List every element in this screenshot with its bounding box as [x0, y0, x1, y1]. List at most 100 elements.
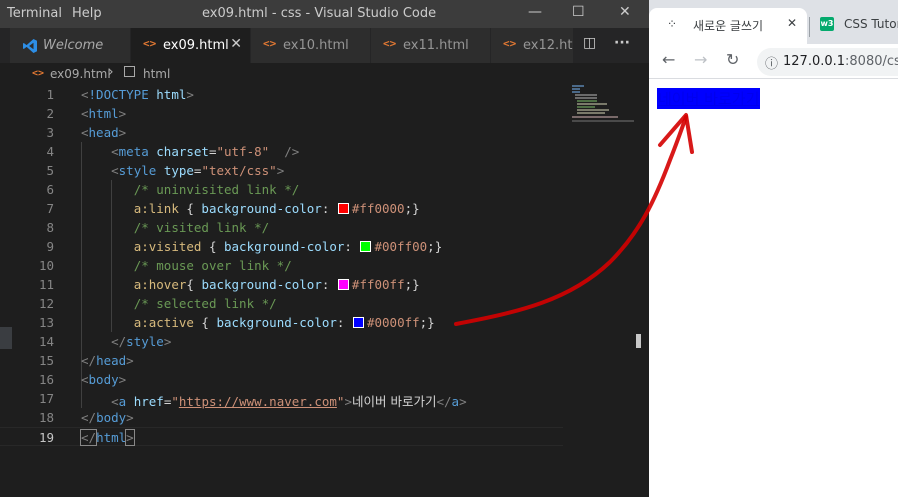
css-property: background-color	[201, 201, 322, 216]
minimize-icon[interactable]: —	[528, 4, 542, 20]
html-file-icon: <>	[503, 37, 517, 50]
tab-label: ex09.html	[163, 38, 229, 53]
line-number: 15	[38, 353, 54, 368]
color-swatch-red[interactable]	[337, 203, 349, 214]
css-value: #0000ff	[366, 315, 420, 330]
code-line: 18 </body>	[0, 408, 563, 427]
tab-ex11[interactable]: <> ex11.html	[371, 28, 491, 63]
css-selector: a:link	[133, 201, 179, 216]
minimap[interactable]	[572, 85, 634, 123]
browser-tab-active[interactable]: ⁘ 새로운 글쓰기 ✕	[649, 8, 807, 44]
code-token: html	[96, 430, 127, 445]
code-comment: /* selected link */	[133, 296, 277, 311]
code-token: :	[321, 277, 337, 292]
maximize-icon[interactable]: ☐	[572, 4, 585, 20]
close-tab-icon[interactable]: ✕	[230, 36, 242, 52]
code-text: 네이버 바로가기	[351, 394, 437, 409]
code-line: 1 <!DOCTYPE html>	[0, 85, 563, 104]
code-token: ;}	[404, 201, 420, 216]
code-line: 8 /* visited link */	[0, 218, 563, 237]
code-line: 14 </style>	[0, 332, 563, 351]
code-line-current: 19 </html>	[0, 427, 563, 446]
code-token: body	[96, 410, 127, 425]
line-number: 4	[46, 144, 54, 159]
code-token: </	[111, 334, 127, 349]
menu-help[interactable]: Help	[72, 6, 102, 21]
code-line: 15 </head>	[0, 351, 563, 370]
back-button[interactable]: ←	[662, 50, 675, 69]
title-bar: Terminal Help ex09.html - css - Visual S…	[0, 0, 649, 28]
tab-welcome[interactable]: Welcome	[10, 28, 131, 63]
code-line: 12 /* selected link */	[0, 294, 563, 313]
code-token: :	[336, 315, 352, 330]
breadcrumb-element[interactable]: html	[143, 67, 170, 81]
color-swatch-green[interactable]	[360, 241, 372, 252]
code-token: {	[178, 201, 202, 216]
code-token: href	[133, 394, 164, 409]
browser-toolbar: ← → ↻ ⓘ 127.0.0.1:8080/cs	[649, 44, 898, 79]
code-token: head	[96, 353, 127, 368]
line-number: 16	[38, 372, 54, 387]
url-rest: :8080/cs	[845, 54, 898, 69]
color-swatch-magenta[interactable]	[337, 279, 349, 290]
tab-label: ex12.htm	[523, 38, 573, 53]
code-token: type	[163, 163, 194, 178]
code-token: head	[88, 125, 119, 140]
line-number: 9	[46, 239, 54, 254]
code-line: 10 /* mouse over link */	[0, 256, 563, 275]
code-line: 7 a:link { background-color: #ff0000;}	[0, 199, 563, 218]
more-actions-icon[interactable]: ···	[614, 35, 630, 51]
css-value: #00ff00	[374, 239, 428, 254]
code-comment: /* uninvisited link */	[133, 182, 300, 197]
close-tab-icon[interactable]: ✕	[787, 16, 797, 30]
close-window-icon[interactable]: ✕	[619, 4, 631, 20]
line-number: 6	[46, 182, 54, 197]
css-property: background-color	[216, 315, 337, 330]
code-token: </	[81, 353, 97, 368]
line-number: 13	[38, 315, 54, 330]
tab-ex09[interactable]: <> ex09.html ✕	[131, 28, 251, 63]
code-line: 4 <meta charset="utf-8" />	[0, 142, 563, 161]
window-title: ex09.html - css - Visual Studio Code	[202, 6, 437, 21]
code-url-link[interactable]: https://www.naver.com	[179, 394, 337, 409]
vscode-window: Terminal Help ex09.html - css - Visual S…	[0, 0, 649, 497]
naver-link[interactable]: 네이버 바로가기	[655, 87, 762, 110]
split-editor-icon[interactable]: ◫	[583, 35, 596, 51]
tab-favicon-icon: ⁘	[667, 17, 678, 31]
tab-label: Welcome	[43, 38, 104, 53]
breadcrumb: <> ex09.html › html	[0, 63, 649, 85]
code-token: />	[269, 144, 300, 159]
code-token: meta	[118, 144, 149, 159]
menu-terminal[interactable]: Terminal	[7, 6, 62, 21]
browser-tab[interactable]: w3 CSS Tutor	[811, 8, 898, 44]
code-token: !DOCTYPE	[88, 87, 149, 102]
code-token: ;}	[419, 315, 435, 330]
w3schools-icon: w3	[820, 17, 834, 31]
tab-ex10[interactable]: <> ex10.html	[251, 28, 371, 63]
html-file-icon: <>	[383, 37, 397, 50]
color-swatch-blue[interactable]	[352, 317, 364, 328]
line-number: 14	[38, 334, 54, 349]
site-info-icon[interactable]: ⓘ	[765, 53, 778, 72]
code-editor[interactable]: 1 <!DOCTYPE html> 2 <html> 3 <head> 4 <m…	[0, 85, 649, 497]
element-cube-icon	[124, 66, 135, 77]
address-bar[interactable]: ⓘ 127.0.0.1:8080/cs	[757, 48, 898, 76]
css-property: background-color	[224, 239, 345, 254]
forward-button[interactable]: →	[694, 50, 707, 69]
code-token: charset	[156, 144, 209, 159]
scrollbar-cursor-marker[interactable]	[636, 334, 641, 348]
reload-button[interactable]: ↻	[726, 50, 739, 69]
code-token: >	[118, 125, 127, 140]
tab-ex12[interactable]: <> ex12.htm	[491, 28, 574, 63]
code-token: >	[163, 334, 172, 349]
breadcrumb-file[interactable]: ex09.html	[50, 67, 111, 81]
code-line: 9 a:visited { background-color: #00ff00;…	[0, 237, 563, 256]
code-token: >	[125, 429, 135, 446]
